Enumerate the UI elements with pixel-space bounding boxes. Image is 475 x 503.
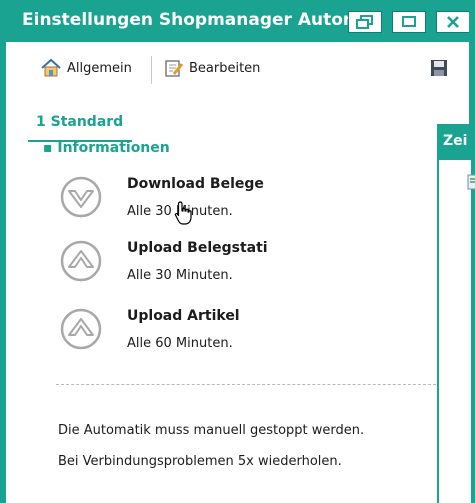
settings-window: Einstellungen Shopmanager Automatik <box>0 0 475 503</box>
save-icon <box>431 60 447 76</box>
side-window-title: Zei <box>443 133 468 149</box>
download-arrow-icon <box>60 176 102 218</box>
save-button[interactable] <box>430 54 448 82</box>
side-window[interactable]: Zei <box>437 124 475 503</box>
task-title: Upload Belegstati <box>127 240 268 256</box>
bullet-icon: ▪ <box>43 140 58 156</box>
toolbar-separator <box>151 56 152 84</box>
divider <box>56 384 436 385</box>
info-heading[interactable]: ▪ Informationen <box>43 140 170 156</box>
close-icon <box>447 16 459 28</box>
window-title: Einstellungen Shopmanager Automatik <box>22 10 352 30</box>
restore-icon <box>356 15 373 29</box>
side-window-titlebar[interactable]: Zei <box>439 124 471 160</box>
home-icon <box>41 58 61 77</box>
general-button[interactable]: Allgemein <box>40 54 132 82</box>
task-interval: Alle 60 Minuten. <box>127 336 233 351</box>
edit-label: Bearbeiten <box>189 60 261 76</box>
minimize-icon <box>402 16 416 27</box>
tab-standard[interactable]: 1 Standard <box>36 114 123 130</box>
hand-cursor-icon <box>174 201 192 225</box>
close-button[interactable] <box>436 11 470 33</box>
edit-icon <box>165 60 184 77</box>
general-label: Allgemein <box>67 60 132 76</box>
task-interval: Alle 30 Minuten. <box>127 268 233 283</box>
toolbar: Allgemein Bearbeiten <box>6 42 469 100</box>
minimize-button[interactable] <box>392 11 426 33</box>
restore-button[interactable] <box>348 11 382 33</box>
title-bar[interactable]: Einstellungen Shopmanager Automatik <box>0 0 475 42</box>
edit-button[interactable]: Bearbeiten <box>164 54 260 82</box>
info-heading-label: Informationen <box>57 140 170 156</box>
task-title: Download Belege <box>127 176 264 192</box>
task-title: Upload Artikel <box>127 308 240 324</box>
settings-panel: 1 Standard ▪ Informationen Download Bele… <box>6 100 469 503</box>
document-icon <box>467 174 475 190</box>
task-upload-belegstati[interactable]: Upload Belegstati Alle 30 Minuten. <box>58 238 378 292</box>
upload-arrow-icon <box>60 240 102 282</box>
upload-arrow-icon <box>60 308 102 350</box>
task-upload-artikel[interactable]: Upload Artikel Alle 60 Minuten. <box>58 306 378 360</box>
note-manual-stop: Die Automatik muss manuell gestoppt werd… <box>58 423 365 438</box>
note-retry: Bei Verbindungsproblemen 5x wiederholen. <box>58 454 342 469</box>
task-download-belege[interactable]: Download Belege Alle 30 Minuten. <box>58 174 378 228</box>
